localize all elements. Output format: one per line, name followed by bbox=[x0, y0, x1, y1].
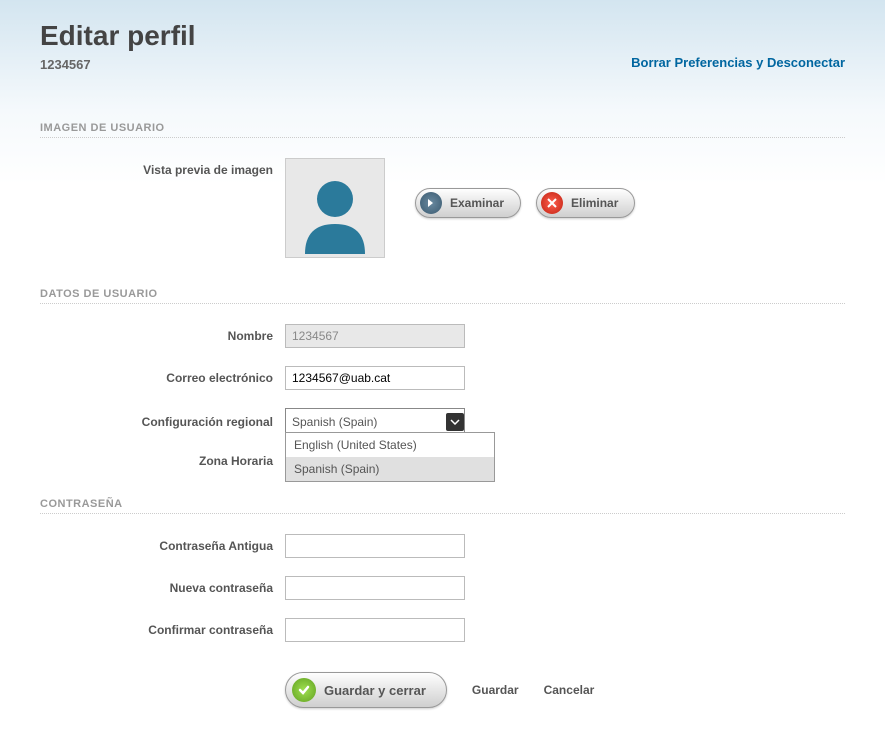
email-label: Correo electrónico bbox=[40, 371, 285, 385]
delete-button-label: Eliminar bbox=[571, 196, 618, 210]
delete-icon bbox=[541, 192, 563, 214]
email-input[interactable] bbox=[285, 366, 465, 390]
save-close-label: Guardar y cerrar bbox=[324, 683, 426, 698]
timezone-label: Zona Horaria bbox=[40, 454, 285, 468]
save-close-button[interactable]: Guardar y cerrar bbox=[285, 672, 447, 708]
confirm-password-input[interactable] bbox=[285, 618, 465, 642]
arrow-right-icon bbox=[420, 192, 442, 214]
logout-link[interactable]: Borrar Preferencias y Desconectar bbox=[631, 55, 845, 70]
examine-button-label: Examinar bbox=[450, 196, 504, 210]
examine-button[interactable]: Examinar bbox=[415, 188, 521, 218]
chevron-down-icon bbox=[446, 413, 464, 431]
cancel-button[interactable]: Cancelar bbox=[544, 683, 595, 697]
old-password-label: Contraseña Antigua bbox=[40, 539, 285, 553]
section-user-image: IMAGEN DE USUARIO Vista previa de imagen… bbox=[40, 122, 845, 258]
avatar-placeholder-icon bbox=[290, 169, 380, 254]
page-header: Editar perfil 1234567 Borrar Preferencia… bbox=[40, 20, 845, 72]
action-buttons: Guardar y cerrar Guardar Cancelar bbox=[285, 672, 845, 708]
section-heading-userdata: DATOS DE USUARIO bbox=[40, 288, 845, 304]
avatar-preview-label: Vista previa de imagen bbox=[40, 158, 285, 177]
locale-option-spanish[interactable]: Spanish (Spain) bbox=[286, 457, 494, 481]
section-user-data: DATOS DE USUARIO Nombre Correo electróni… bbox=[40, 288, 845, 468]
name-input bbox=[285, 324, 465, 348]
delete-button[interactable]: Eliminar bbox=[536, 188, 635, 218]
section-heading-password: CONTRASEÑA bbox=[40, 498, 845, 514]
locale-option-english[interactable]: English (United States) bbox=[286, 433, 494, 457]
section-password: CONTRASEÑA Contraseña Antigua Nueva cont… bbox=[40, 498, 845, 642]
section-heading-image: IMAGEN DE USUARIO bbox=[40, 122, 845, 138]
locale-dropdown: English (United States) Spanish (Spain) bbox=[285, 432, 495, 482]
new-password-label: Nueva contraseña bbox=[40, 581, 285, 595]
save-button[interactable]: Guardar bbox=[472, 683, 519, 697]
page-title: Editar perfil bbox=[40, 20, 196, 52]
avatar-preview bbox=[285, 158, 385, 258]
check-icon bbox=[292, 678, 316, 702]
locale-label: Configuración regional bbox=[40, 415, 285, 429]
locale-selected-value: Spanish (Spain) bbox=[292, 415, 377, 429]
old-password-input[interactable] bbox=[285, 534, 465, 558]
name-label: Nombre bbox=[40, 329, 285, 343]
new-password-input[interactable] bbox=[285, 576, 465, 600]
page-subtitle: 1234567 bbox=[40, 57, 196, 72]
confirm-password-label: Confirmar contraseña bbox=[40, 623, 285, 637]
